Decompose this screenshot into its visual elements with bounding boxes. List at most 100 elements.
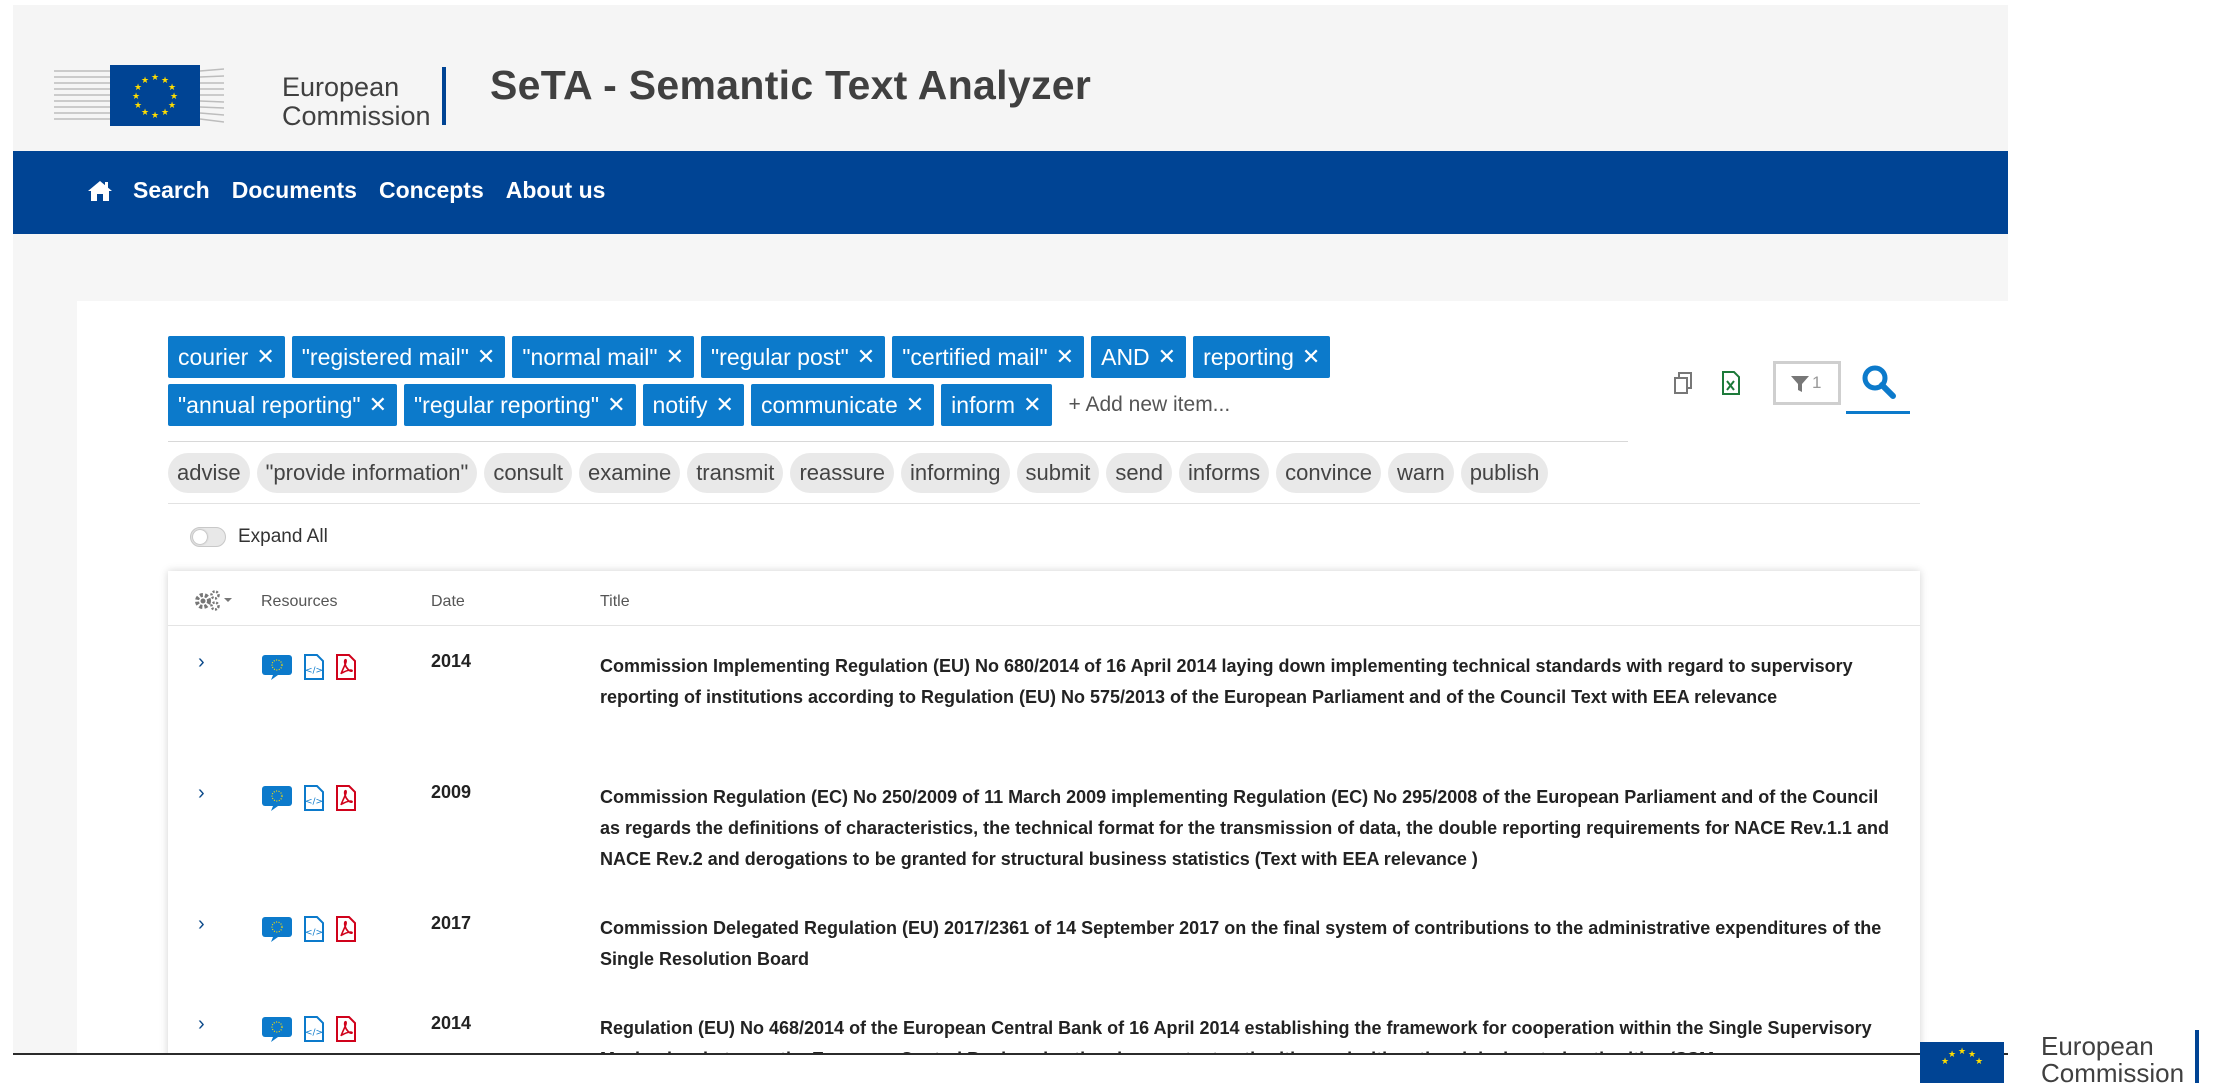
expand-row-chevron-icon[interactable]: › <box>198 913 205 936</box>
document-viewer-icon[interactable] <box>261 784 293 817</box>
add-new-item-input[interactable]: + Add new item... <box>1069 393 1231 417</box>
european-commission-logo[interactable]: ★ ★ ★ ★ ★ ★ ★ ★ ★ ★ ★ ★ European Commission <box>54 23 454 131</box>
nav-about-us[interactable]: About us <box>506 177 606 204</box>
remove-chip-icon[interactable]: ✕ <box>1302 344 1320 370</box>
svg-text:★: ★ <box>141 108 149 118</box>
nav-documents[interactable]: Documents <box>232 177 357 204</box>
svg-text:</>: </> <box>305 1028 323 1038</box>
document-viewer-icon[interactable] <box>261 1015 293 1048</box>
expand-row-chevron-icon[interactable]: › <box>198 1013 205 1036</box>
html-document-icon[interactable]: </> <box>303 785 325 816</box>
document-viewer-icon[interactable] <box>261 915 293 948</box>
eu-flag-icon: ★ ★ ★ ★ ★ ★ ★ ★ ★ ★ ★ ★ <box>110 65 200 126</box>
suggestion-chip[interactable]: examine <box>579 453 681 493</box>
suggestion-chip[interactable]: publish <box>1460 453 1549 493</box>
expand-all-toggle[interactable] <box>190 527 226 547</box>
remove-chip-icon[interactable]: ✕ <box>716 392 734 418</box>
resource-icons: </> <box>261 915 357 948</box>
pdf-document-icon[interactable] <box>335 654 357 685</box>
nav-search[interactable]: Search <box>133 177 210 204</box>
remove-chip-icon[interactable]: ✕ <box>369 392 387 418</box>
filter-button[interactable]: 1 <box>1773 361 1841 405</box>
remove-chip-icon[interactable]: ✕ <box>477 344 495 370</box>
suggestion-chip[interactable]: consult <box>484 453 573 493</box>
main-nav: Search Documents Concepts About us <box>13 151 2008 234</box>
search-chip[interactable]: AND ✕ <box>1091 336 1187 378</box>
suggestion-chip[interactable]: advise <box>168 453 250 493</box>
column-header-resources[interactable]: Resources <box>261 593 337 611</box>
svg-text:★: ★ <box>132 92 140 102</box>
logo-divider <box>442 67 446 125</box>
home-icon[interactable] <box>87 179 113 205</box>
svg-text:★: ★ <box>1948 1050 1956 1060</box>
search-chip[interactable]: "certified mail" ✕ <box>892 336 1085 378</box>
row-date: 2009 <box>431 782 472 802</box>
html-document-icon[interactable]: </> <box>303 654 325 685</box>
nav-concepts[interactable]: Concepts <box>379 177 484 204</box>
remove-chip-icon[interactable]: ✕ <box>256 344 274 370</box>
row-title[interactable]: Commission Delegated Regulation (EU) 201… <box>600 913 1890 975</box>
row-title[interactable]: Commission Implementing Regulation (EU) … <box>600 651 1890 713</box>
chip-row: "annual reporting" ✕ "regular reporting" ✕ n… <box>168 383 1638 427</box>
html-document-icon[interactable]: </> <box>303 1016 325 1047</box>
svg-text:★: ★ <box>134 101 142 111</box>
expand-row-chevron-icon[interactable]: › <box>198 782 205 805</box>
search-chip-label: "certified mail" <box>902 343 1048 370</box>
suggestions-underline <box>168 503 1920 504</box>
page-bottom-border <box>13 1053 2008 1055</box>
expand-all-control[interactable]: Expand All <box>190 526 328 548</box>
pdf-document-icon[interactable] <box>335 1016 357 1047</box>
excel-export-icon[interactable] <box>1720 371 1742 395</box>
document-viewer-icon[interactable] <box>261 653 293 686</box>
search-chip[interactable]: "regular post" ✕ <box>701 336 886 378</box>
suggestion-chip[interactable]: reassure <box>790 453 895 493</box>
search-button[interactable] <box>1846 355 1910 414</box>
remove-chip-icon[interactable]: ✕ <box>1158 344 1176 370</box>
expand-row-chevron-icon[interactable]: › <box>198 651 205 674</box>
search-chip-label: courier <box>178 343 249 370</box>
suggestion-chip[interactable]: warn <box>1388 453 1454 493</box>
search-chip[interactable]: reporting ✕ <box>1193 336 1331 378</box>
remove-chip-icon[interactable]: ✕ <box>1056 344 1074 370</box>
suggestion-chip[interactable]: informing <box>901 453 1010 493</box>
suggestion-chip[interactable]: submit <box>1016 453 1100 493</box>
column-header-title[interactable]: Title <box>600 593 630 611</box>
suggestion-chip[interactable]: convince <box>1276 453 1381 493</box>
remove-chip-icon[interactable]: ✕ <box>857 344 875 370</box>
search-chip-label: communicate <box>760 391 898 418</box>
results-table: Resources Date Title › </> 2014 Commission … <box>168 571 1920 1055</box>
header: ★ ★ ★ ★ ★ ★ ★ ★ ★ ★ ★ ★ European Commission SeTA… <box>13 5 2008 151</box>
remove-chip-icon[interactable]: ✕ <box>906 392 924 418</box>
row-title[interactable]: Commission Regulation (EC) No 250/2009 o… <box>600 782 1890 875</box>
search-chip[interactable]: inform ✕ <box>941 384 1052 426</box>
suggestion-chip[interactable]: send <box>1106 453 1173 493</box>
search-chip[interactable]: "regular reporting" ✕ <box>404 384 636 426</box>
remove-chip-icon[interactable]: ✕ <box>666 344 684 370</box>
svg-text:★: ★ <box>161 108 169 118</box>
logo-line-commission: Commission <box>282 101 431 131</box>
search-chip[interactable]: communicate ✕ <box>750 384 935 426</box>
column-header-date[interactable]: Date <box>431 593 465 611</box>
suggestion-chip[interactable]: "provide information" <box>256 453 478 493</box>
footer-logo: ★ ★ ★ ★ ★ European Commission <box>1838 1030 2213 1083</box>
search-chip[interactable]: "registered mail" ✕ <box>291 336 506 378</box>
column-settings-icon[interactable] <box>192 589 236 618</box>
html-document-icon[interactable]: </> <box>303 916 325 947</box>
pdf-document-icon[interactable] <box>335 916 357 947</box>
remove-chip-icon[interactable]: ✕ <box>607 392 625 418</box>
footer-logo-line-commission: Commission <box>2041 1058 2185 1083</box>
pdf-document-icon[interactable] <box>335 785 357 816</box>
search-icon <box>1862 365 1896 399</box>
suggestion-chip[interactable]: informs <box>1179 453 1270 493</box>
suggestion-chip[interactable]: transmit <box>687 453 784 493</box>
search-chip[interactable]: "annual reporting" ✕ <box>168 384 397 426</box>
table-header: Resources Date Title <box>168 571 1920 626</box>
search-chip[interactable]: notify ✕ <box>642 384 744 426</box>
suggestion-chips: advise "provide information" consult examin… <box>168 453 1555 493</box>
search-chip[interactable]: "normal mail" ✕ <box>512 336 694 378</box>
copy-icon[interactable] <box>1672 371 1694 395</box>
row-title[interactable]: Regulation (EU) No 468/2014 of the Europ… <box>600 1013 1890 1055</box>
remove-chip-icon[interactable]: ✕ <box>1023 392 1041 418</box>
search-term-chips[interactable]: courier ✕ "registered mail" ✕ "normal mail" ✕… <box>168 335 1638 431</box>
search-chip[interactable]: courier ✕ <box>168 336 285 378</box>
